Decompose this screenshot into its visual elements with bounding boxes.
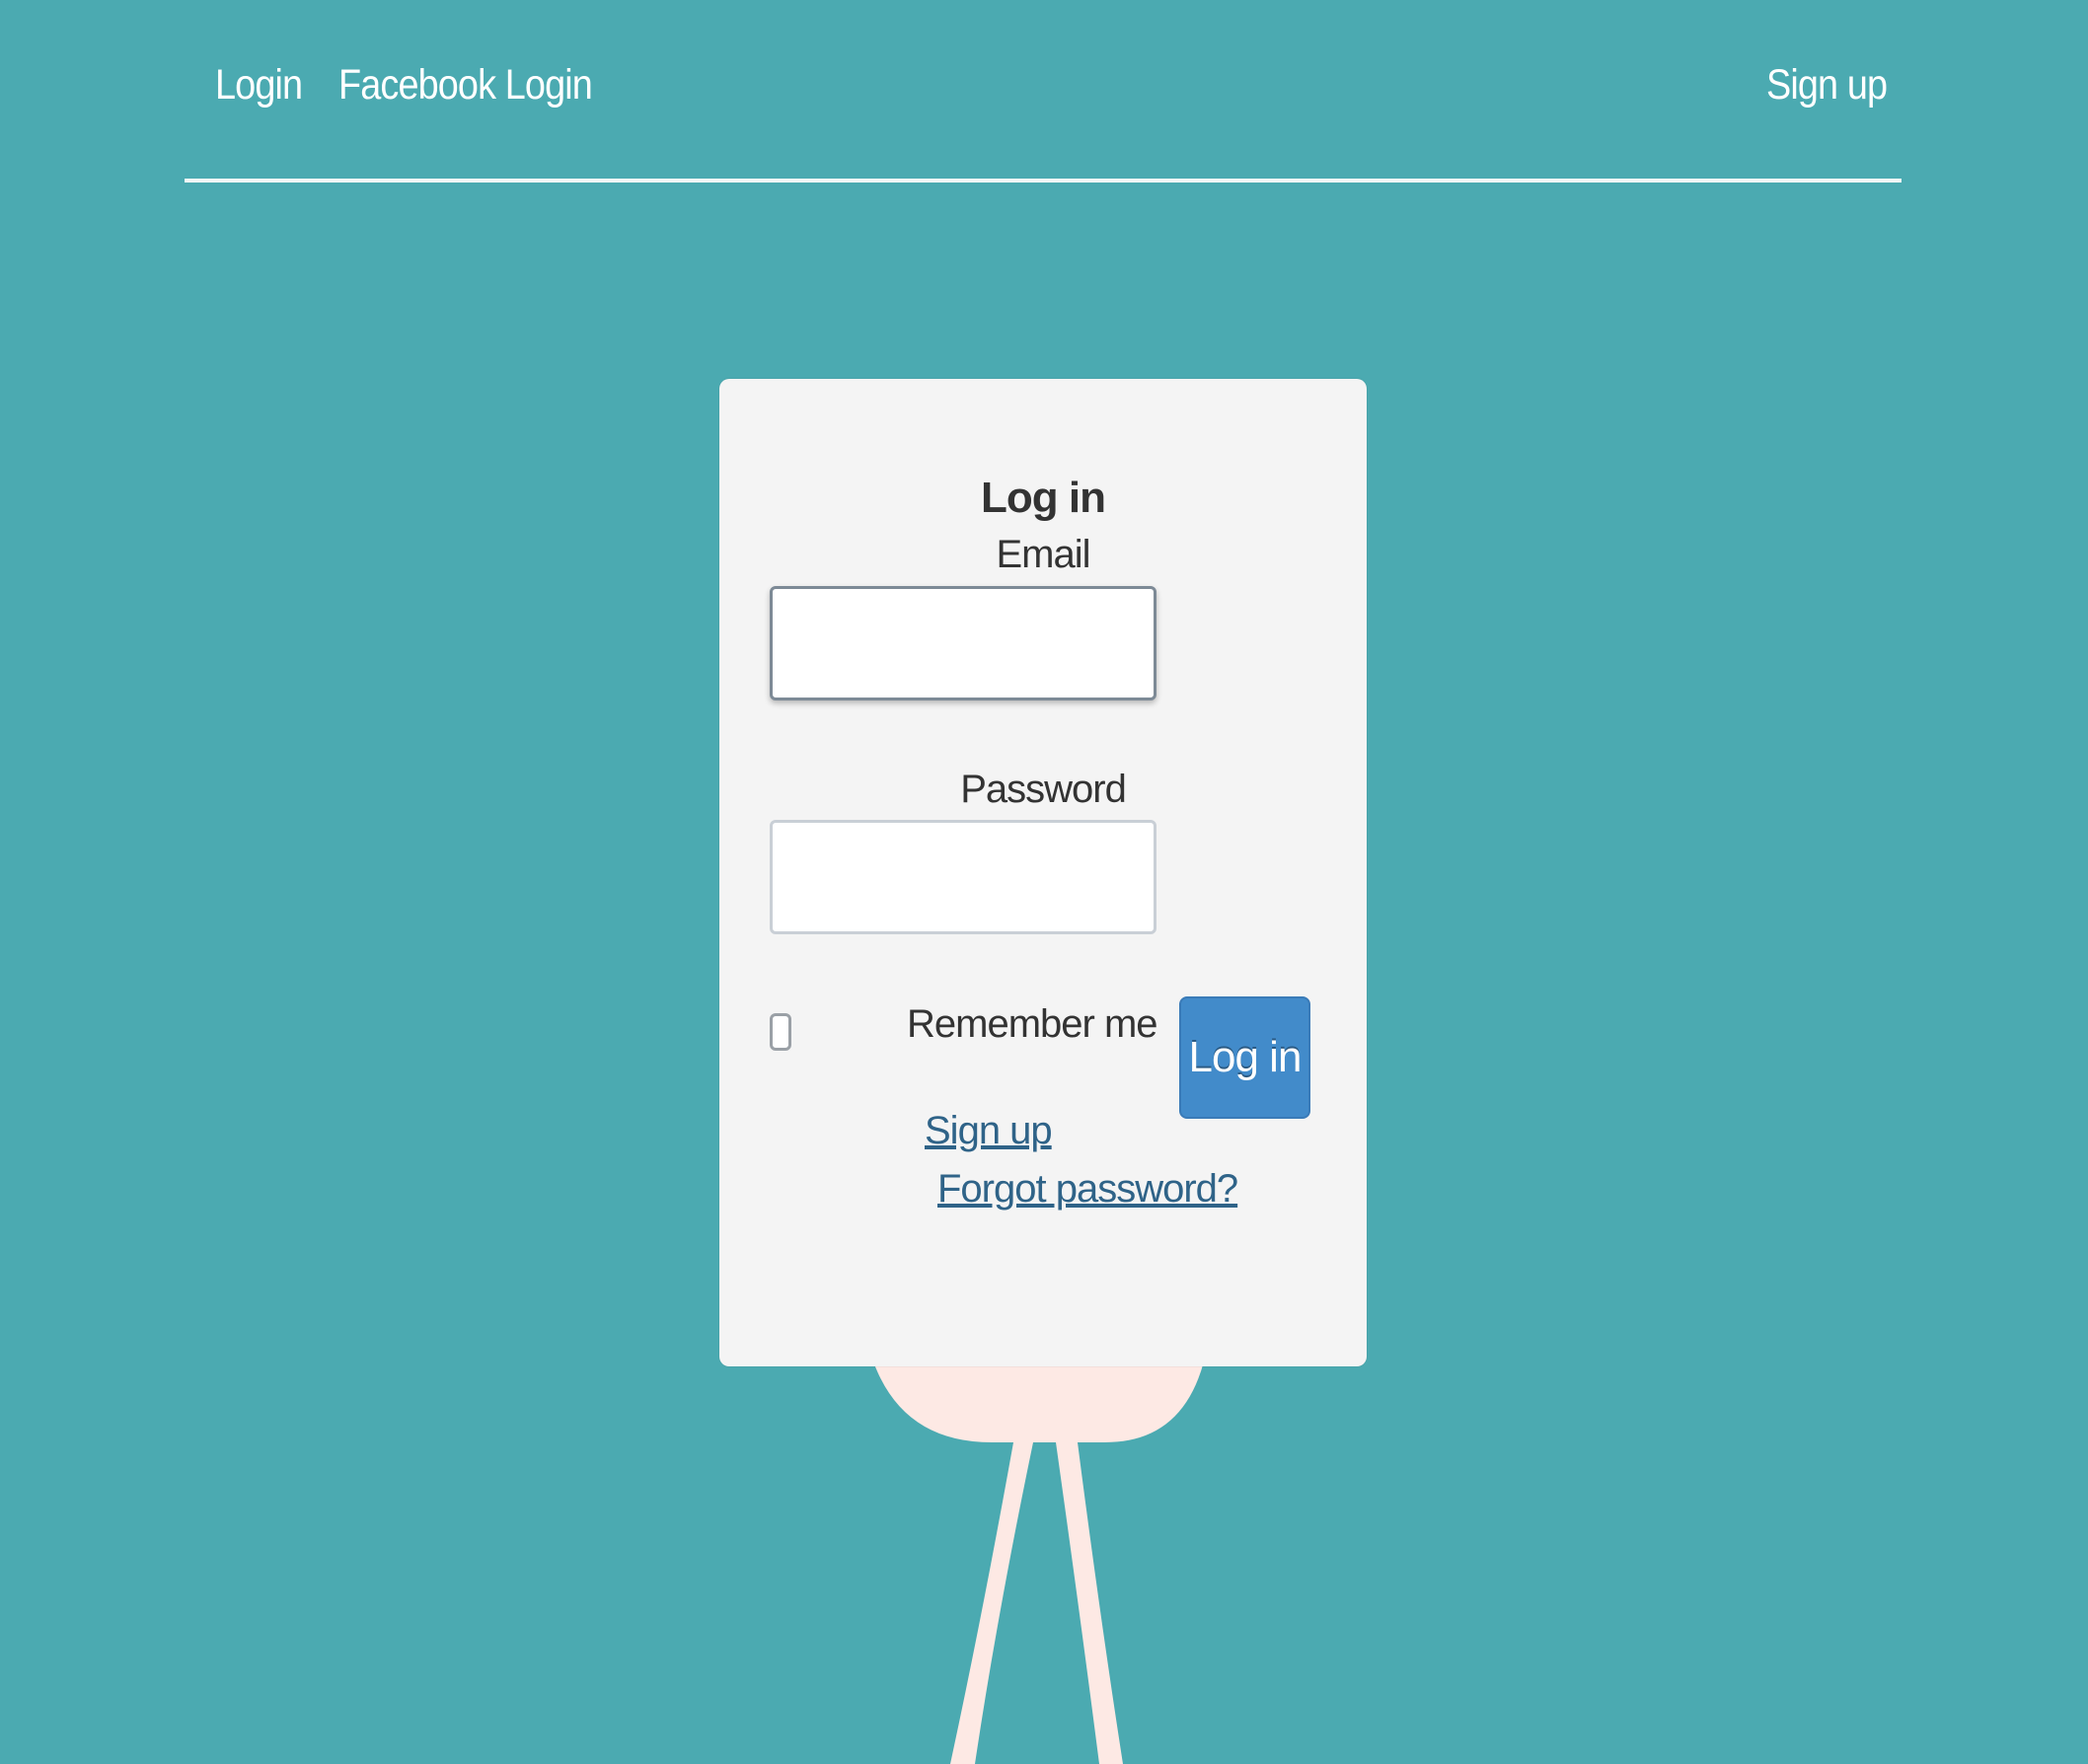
figure-body bbox=[873, 1361, 1204, 1442]
forgot-password-link[interactable]: Forgot password? bbox=[937, 1167, 1238, 1212]
password-field[interactable] bbox=[770, 820, 1156, 934]
login-title: Log in bbox=[981, 474, 1106, 522]
remember-me-checkbox[interactable] bbox=[770, 1013, 791, 1051]
figure-right-leg bbox=[1056, 1442, 1123, 1764]
login-card: Log in Email Password Remember me Log in… bbox=[719, 379, 1367, 1366]
log-in-button[interactable]: Log in bbox=[1179, 996, 1310, 1119]
page: Login Facebook Login Sign up Log in Emai… bbox=[0, 0, 2088, 1764]
figure-left-leg bbox=[950, 1442, 1033, 1764]
remember-me-label: Remember me bbox=[907, 1002, 1158, 1046]
password-label: Password bbox=[960, 768, 1127, 811]
email-label: Email bbox=[996, 533, 1090, 576]
sign-up-link[interactable]: Sign up bbox=[925, 1109, 1053, 1153]
email-field[interactable] bbox=[770, 586, 1156, 700]
